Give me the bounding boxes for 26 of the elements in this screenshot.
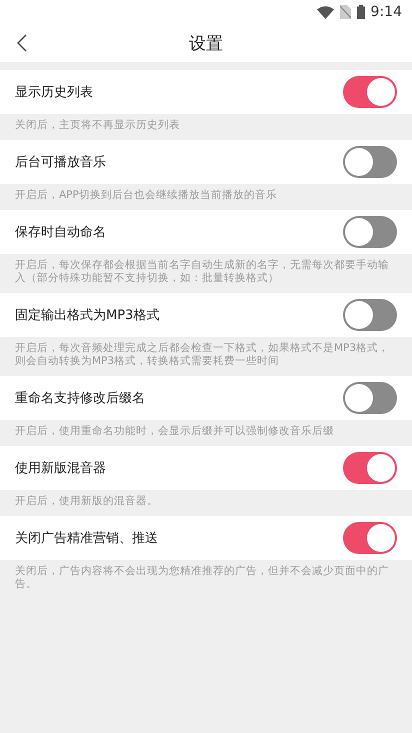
setting-description: 开启后，每次保存都会根据当前名字自动生成新的名字，无需每次都要手动输入（部分特殊功能暂不支持切换，如：批量转换格式） [14, 258, 390, 286]
wifi-icon [316, 6, 334, 18]
battery-icon [356, 5, 365, 19]
setting-label: 使用新版混音器 [15, 460, 106, 477]
setting-label: 显示历史列表 [15, 84, 93, 101]
setting-label: 保存时自动命名 [15, 224, 106, 241]
toggle-switch[interactable] [343, 299, 397, 331]
setting-description: 开启后，APP切换到后台也会继续播放当前播放的音乐 [14, 188, 278, 203]
setting-label: 重命名支持修改后缀名 [15, 390, 145, 407]
setting-description: 开启后，每次音频处理完成之后都会检查一下格式，如果格式不是MP3格式，则会自动转换为MP3格式，转换格式需要耗费一些时间 [14, 341, 390, 369]
toggle-switch[interactable] [343, 146, 397, 178]
setting-label: 固定输出格式为MP3格式 [15, 307, 160, 324]
toggle-switch[interactable] [343, 452, 397, 484]
setting-description: 开启后，使用重命名功能时，会显示后缀并可以强制修改音乐后缀 [14, 424, 335, 439]
setting-description: 关闭后，广告内容将不会出现为您精准推荐的广告，但并不会减少页面中的广告。 [14, 564, 390, 592]
setting-label: 关闭广告精准营销、推送 [15, 530, 158, 547]
toggle-switch[interactable] [343, 522, 397, 554]
setting-description: 关闭后，主页将不再显示历史列表 [14, 118, 181, 133]
page-title: 设置 [189, 32, 223, 54]
setting-label: 后台可播放音乐 [15, 154, 106, 171]
toggle-switch[interactable] [343, 216, 397, 248]
status-time: 9:14 [370, 4, 402, 20]
toggle-switch[interactable] [343, 382, 397, 414]
no-sim-icon [340, 5, 351, 19]
toggle-switch[interactable] [343, 76, 397, 108]
setting-description: 开启后，使用新版的混音器。 [14, 494, 159, 509]
